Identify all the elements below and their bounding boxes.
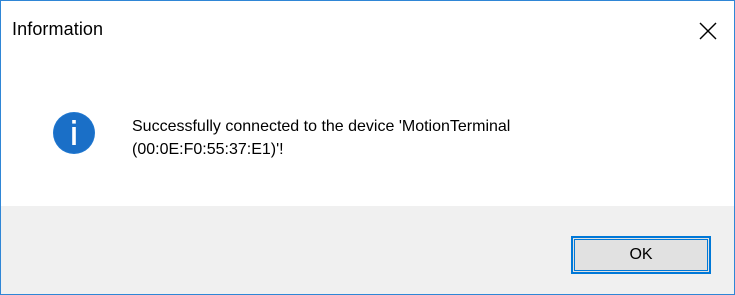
dialog-content: Successfully connected to the device 'Mo… [1,61,734,206]
message-line-1: Successfully connected to the device 'Mo… [132,118,511,135]
message-line-2: (00:0E:F0:55:37:E1)'! [132,141,284,158]
close-icon [699,22,717,40]
dialog-footer: OK [1,206,734,294]
close-button[interactable] [684,1,734,61]
ok-button[interactable]: OK [571,236,711,274]
title-bar: Information [1,1,734,61]
information-dialog: Information Successfully connected to th… [0,0,735,295]
dialog-message: Successfully connected to the device 'Mo… [132,115,692,161]
info-icon [53,112,95,154]
dialog-title: Information [12,19,104,39]
